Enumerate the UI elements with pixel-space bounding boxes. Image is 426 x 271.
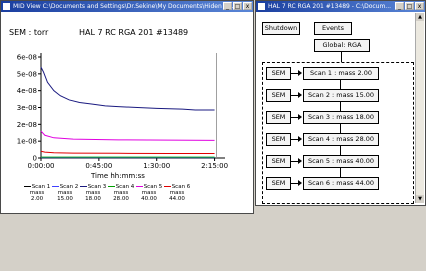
legend-item: Scan 1 mass 2.00 bbox=[23, 184, 51, 202]
sem-node[interactable]: SEM bbox=[266, 67, 291, 80]
arrow-icon bbox=[298, 158, 302, 164]
mid-view-title: MID View C:\Documents and Settings\Dr.Se… bbox=[13, 3, 238, 10]
minimize-button[interactable]: _ bbox=[395, 2, 404, 10]
y-tick-label: 4e-08 bbox=[17, 87, 37, 95]
app-icon bbox=[3, 3, 10, 10]
sem-node[interactable]: SEM bbox=[266, 155, 291, 168]
y-tick-label: 3e-08 bbox=[17, 104, 37, 112]
legend-item: Scan 2 mass 15.00 bbox=[51, 184, 79, 202]
global-rga-node[interactable]: Global: RGA bbox=[314, 39, 370, 52]
connector-line bbox=[291, 95, 298, 96]
connector-line bbox=[341, 52, 342, 62]
connector-line bbox=[291, 139, 298, 140]
arrow-icon bbox=[298, 114, 302, 120]
x-tick-label: 2:15:00 bbox=[201, 162, 228, 170]
series-line-6 bbox=[40, 150, 215, 154]
connector-line bbox=[340, 124, 341, 133]
connector-line bbox=[291, 183, 298, 184]
legend-swatch bbox=[51, 186, 59, 187]
chart-legend: Scan 1 mass 2.00 Scan 2 mass 15.00 Scan 3 mass 1… bbox=[23, 184, 191, 202]
y-tick-label: 6e-08 bbox=[17, 54, 37, 62]
scan-node-6[interactable]: Scan 6 : mass 44.00 bbox=[303, 177, 379, 190]
legend-item: Scan 5 mass 40.00 bbox=[135, 184, 163, 202]
scan-node-5[interactable]: Scan 5 : mass 40.00 bbox=[303, 155, 379, 168]
minimize-button[interactable]: _ bbox=[223, 2, 232, 10]
scroll-up-arrow[interactable]: ▲ bbox=[416, 13, 424, 21]
legend-item: Scan 4 mass 28.00 bbox=[107, 184, 135, 202]
arrow-icon bbox=[298, 180, 302, 186]
sequence-titlebar[interactable]: HAL 7 RC RGA 201 #13489 - C:\Docum... _ … bbox=[256, 1, 425, 12]
app-icon bbox=[258, 3, 265, 10]
chart-plot: 01e-082e-083e-084e-085e-086e-080:00:00 0:… bbox=[17, 53, 228, 170]
chart-area: SEM : torr HAL 7 RC RGA 201 #13489 0 1e-0… bbox=[3, 13, 251, 211]
x-tick-label: 0:45:00 bbox=[85, 162, 112, 170]
mid-view-window[interactable]: MID View C:\Documents and Settings\Dr.Se… bbox=[0, 0, 254, 214]
connector-line bbox=[340, 102, 341, 111]
close-button[interactable]: x bbox=[415, 2, 424, 10]
legend-swatch bbox=[107, 186, 115, 187]
legend-swatch bbox=[23, 186, 31, 187]
arrow-icon bbox=[298, 92, 302, 98]
connector-line bbox=[291, 161, 298, 162]
series-line-3 bbox=[40, 66, 215, 111]
connector-line bbox=[340, 80, 341, 89]
legend-swatch bbox=[163, 186, 171, 187]
arrow-icon bbox=[298, 136, 302, 142]
events-node[interactable]: Events bbox=[314, 22, 352, 35]
connector-line bbox=[291, 117, 298, 118]
sem-node[interactable]: SEM bbox=[266, 177, 291, 190]
connector-line bbox=[340, 168, 341, 177]
legend-item: Scan 3 mass 18.00 bbox=[79, 184, 107, 202]
connector-line bbox=[291, 73, 298, 74]
scan-node-3[interactable]: Scan 3 : mass 18.00 bbox=[303, 111, 379, 124]
legend-swatch bbox=[79, 186, 87, 187]
x-axis-label: Time hh:mm:ss bbox=[91, 172, 145, 180]
close-button[interactable]: x bbox=[243, 2, 252, 10]
mid-view-titlebar[interactable]: MID View C:\Documents and Settings\Dr.Se… bbox=[1, 1, 253, 12]
legend-label: 2.00 bbox=[30, 196, 44, 202]
legend-label: 28.00 bbox=[113, 196, 129, 202]
legend-label: 40.00 bbox=[141, 196, 157, 202]
maximize-button[interactable]: □ bbox=[233, 2, 242, 10]
series-line-5 bbox=[40, 130, 215, 141]
maximize-button[interactable]: □ bbox=[405, 2, 414, 10]
legend-label: 18.00 bbox=[85, 196, 101, 202]
y-tick-label: 5e-08 bbox=[17, 70, 37, 78]
legend-item: Scan 6 mass 44.00 bbox=[163, 184, 191, 202]
arrow-icon bbox=[298, 70, 302, 76]
x-tick-label: 1:30:00 bbox=[143, 162, 170, 170]
scroll-down-arrow[interactable]: ▼ bbox=[416, 195, 424, 203]
vertical-scrollbar[interactable]: ▲ ▼ bbox=[415, 13, 424, 203]
connector-line bbox=[340, 146, 341, 155]
legend-label: 44.00 bbox=[169, 196, 185, 202]
scan-node-4[interactable]: Scan 4 : mass 28.00 bbox=[303, 133, 379, 146]
x-tick-label: 0:00:00 bbox=[28, 162, 55, 170]
sequence-window[interactable]: HAL 7 RC RGA 201 #13489 - C:\Docum... _ … bbox=[255, 0, 426, 206]
legend-label: 15.00 bbox=[57, 196, 73, 202]
sequence-title: HAL 7 RC RGA 201 #13489 - C:\Docum... bbox=[268, 3, 392, 10]
y-tick-label: 2e-08 bbox=[17, 121, 37, 129]
sem-node[interactable]: SEM bbox=[266, 133, 291, 146]
scan-node-2[interactable]: Scan 2 : mass 15.00 bbox=[303, 89, 379, 102]
sem-node[interactable]: SEM bbox=[266, 89, 291, 102]
legend-swatch bbox=[135, 186, 143, 187]
shutdown-node[interactable]: Shutdown bbox=[262, 22, 300, 35]
y-tick-label: 1e-08 bbox=[17, 138, 37, 146]
sem-node[interactable]: SEM bbox=[266, 111, 291, 124]
scan-node-1[interactable]: Scan 1 : mass 2.00 bbox=[303, 67, 379, 80]
